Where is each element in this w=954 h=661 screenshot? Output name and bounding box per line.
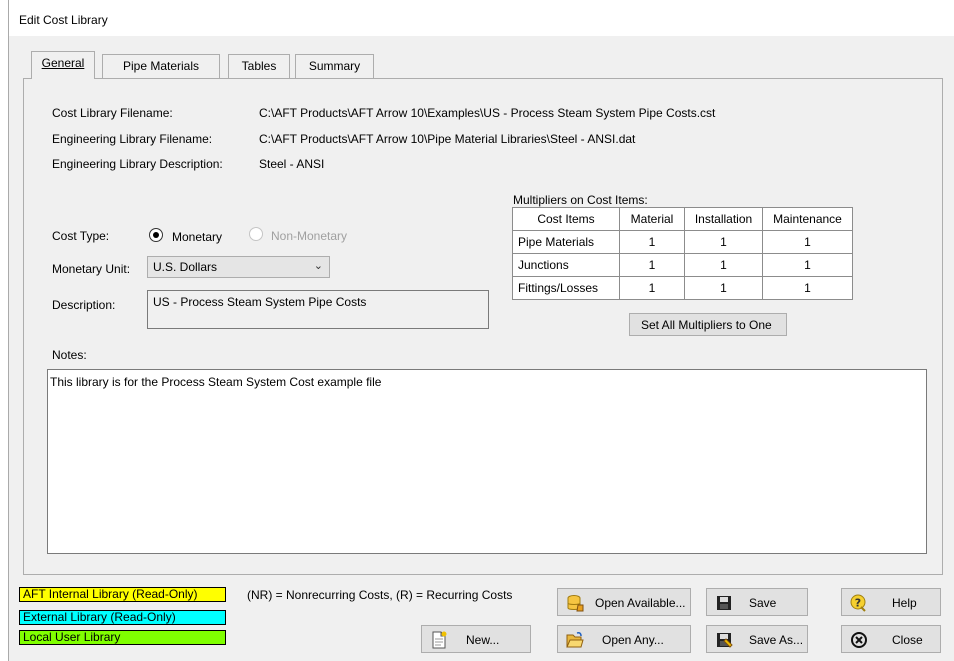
row-name: Pipe Materials [512, 230, 620, 254]
description-text: US - Process Steam System Pipe Costs [153, 295, 367, 309]
set-all-multipliers-button[interactable]: Set All Multipliers to One [629, 313, 787, 336]
chevron-down-icon: ⌄ [313, 260, 323, 272]
row-name: Fittings/Losses [512, 276, 620, 300]
header-material: Material [619, 207, 685, 231]
multipliers-label: Multipliers on Cost Items: [513, 193, 648, 207]
close-icon [851, 632, 867, 648]
tab-pipe-materials-label: Pipe Materials [122, 59, 200, 73]
svg-text:?: ? [855, 597, 861, 610]
table-row: Junctions 1 1 1 [512, 253, 853, 277]
help-label: Help [892, 596, 917, 610]
multipliers-header-row: Cost Items Material Installation Mainten… [512, 207, 853, 231]
close-label: Close [892, 633, 923, 647]
tab-summary-label: Summary [308, 59, 361, 73]
general-tab-panel: Cost Library Filename: C:\AFT Products\A… [23, 78, 943, 575]
new-document-icon [432, 631, 447, 649]
table-row: Pipe Materials 1 1 1 [512, 230, 853, 254]
tab-general[interactable]: General [31, 51, 95, 79]
maintenance-cell[interactable]: 1 [762, 230, 853, 254]
installation-cell[interactable]: 1 [684, 230, 763, 254]
cost-type-non-monetary-label: Non-Monetary [271, 229, 348, 243]
installation-cell[interactable]: 1 [684, 276, 763, 300]
maintenance-cell[interactable]: 1 [762, 276, 853, 300]
save-button[interactable]: Save [706, 588, 808, 616]
floppy-disk-icon [717, 596, 731, 610]
legend-external-label: External Library (Read-Only) [23, 610, 176, 624]
legend-internal-label: AFT Internal Library (Read-Only) [23, 587, 198, 601]
header-maintenance: Maintenance [762, 207, 853, 231]
save-as-button[interactable]: Save As... [706, 625, 808, 653]
tab-tables-label: Tables [241, 59, 277, 73]
open-folder-icon [566, 632, 584, 648]
set-all-multipliers-label: Set All Multipliers to One [641, 318, 772, 332]
new-button-label: New... [466, 633, 500, 647]
monetary-unit-label: Monetary Unit: [52, 262, 131, 276]
multipliers-table: Cost Items Material Installation Mainten… [512, 207, 853, 300]
tab-summary[interactable]: Summary [295, 54, 374, 78]
cost-type-non-monetary-radio[interactable] [249, 227, 263, 241]
description-field[interactable]: US - Process Steam System Pipe Costs [147, 290, 489, 329]
notes-label: Notes: [52, 348, 87, 362]
maintenance-cell[interactable]: 1 [762, 253, 853, 277]
cost-library-filename-label: Cost Library Filename: [52, 106, 173, 120]
legend-external-library: External Library (Read-Only) [19, 610, 226, 625]
engineering-library-filename-value: C:\AFT Products\AFT Arrow 10\Pipe Materi… [259, 132, 636, 146]
open-available-button[interactable]: Open Available... [557, 588, 691, 616]
database-icon [567, 595, 584, 612]
open-any-label: Open Any... [602, 633, 664, 647]
help-button[interactable]: ? Help [841, 588, 941, 616]
save-label: Save [749, 596, 777, 610]
engineering-library-filename-label: Engineering Library Filename: [52, 132, 213, 146]
save-as-icon [717, 633, 733, 648]
new-button[interactable]: New... [421, 625, 531, 653]
material-cell[interactable]: 1 [619, 253, 685, 277]
tab-tables[interactable]: Tables [228, 54, 290, 78]
material-cell[interactable]: 1 [619, 230, 685, 254]
cost-library-filename-value: C:\AFT Products\AFT Arrow 10\Examples\US… [259, 106, 716, 120]
cost-type-label: Cost Type: [52, 229, 110, 243]
save-as-label: Save As... [749, 633, 804, 647]
help-icon: ? [850, 594, 866, 612]
title-bar: Edit Cost Library [9, 0, 954, 36]
description-label: Description: [52, 298, 116, 312]
notes-field[interactable]: This library is for the Process Steam Sy… [47, 369, 927, 554]
material-cell[interactable]: 1 [619, 276, 685, 300]
engineering-library-description-value: Steel - ANSI [259, 157, 325, 171]
cost-legend-note: (NR) = Nonrecurring Costs, (R) = Recurri… [247, 588, 513, 602]
notes-text: This library is for the Process Steam Sy… [50, 375, 382, 389]
open-available-label: Open Available... [595, 596, 686, 610]
tab-general-label: General [41, 56, 85, 70]
installation-cell[interactable]: 1 [684, 253, 763, 277]
edit-cost-library-dialog: Edit Cost Library General Pipe Materials… [8, 0, 954, 661]
window-title: Edit Cost Library [19, 13, 108, 27]
table-row: Fittings/Losses 1 1 1 [512, 276, 853, 300]
header-installation: Installation [684, 207, 763, 231]
monetary-unit-value: U.S. Dollars [153, 260, 218, 274]
cost-type-monetary-label: Monetary [172, 230, 223, 244]
legend-internal-library: AFT Internal Library (Read-Only) [19, 587, 226, 602]
cost-type-monetary-radio[interactable] [149, 228, 163, 242]
engineering-library-description-label: Engineering Library Description: [52, 157, 223, 171]
row-name: Junctions [512, 253, 620, 277]
legend-local-library: Local User Library [19, 630, 226, 645]
open-any-button[interactable]: Open Any... [557, 625, 691, 653]
monetary-unit-select[interactable]: U.S. Dollars ⌄ [147, 256, 330, 278]
legend-local-label: Local User Library [23, 630, 121, 644]
header-cost-items: Cost Items [512, 207, 620, 231]
close-button[interactable]: Close [841, 625, 941, 653]
tab-pipe-materials[interactable]: Pipe Materials [102, 54, 220, 78]
